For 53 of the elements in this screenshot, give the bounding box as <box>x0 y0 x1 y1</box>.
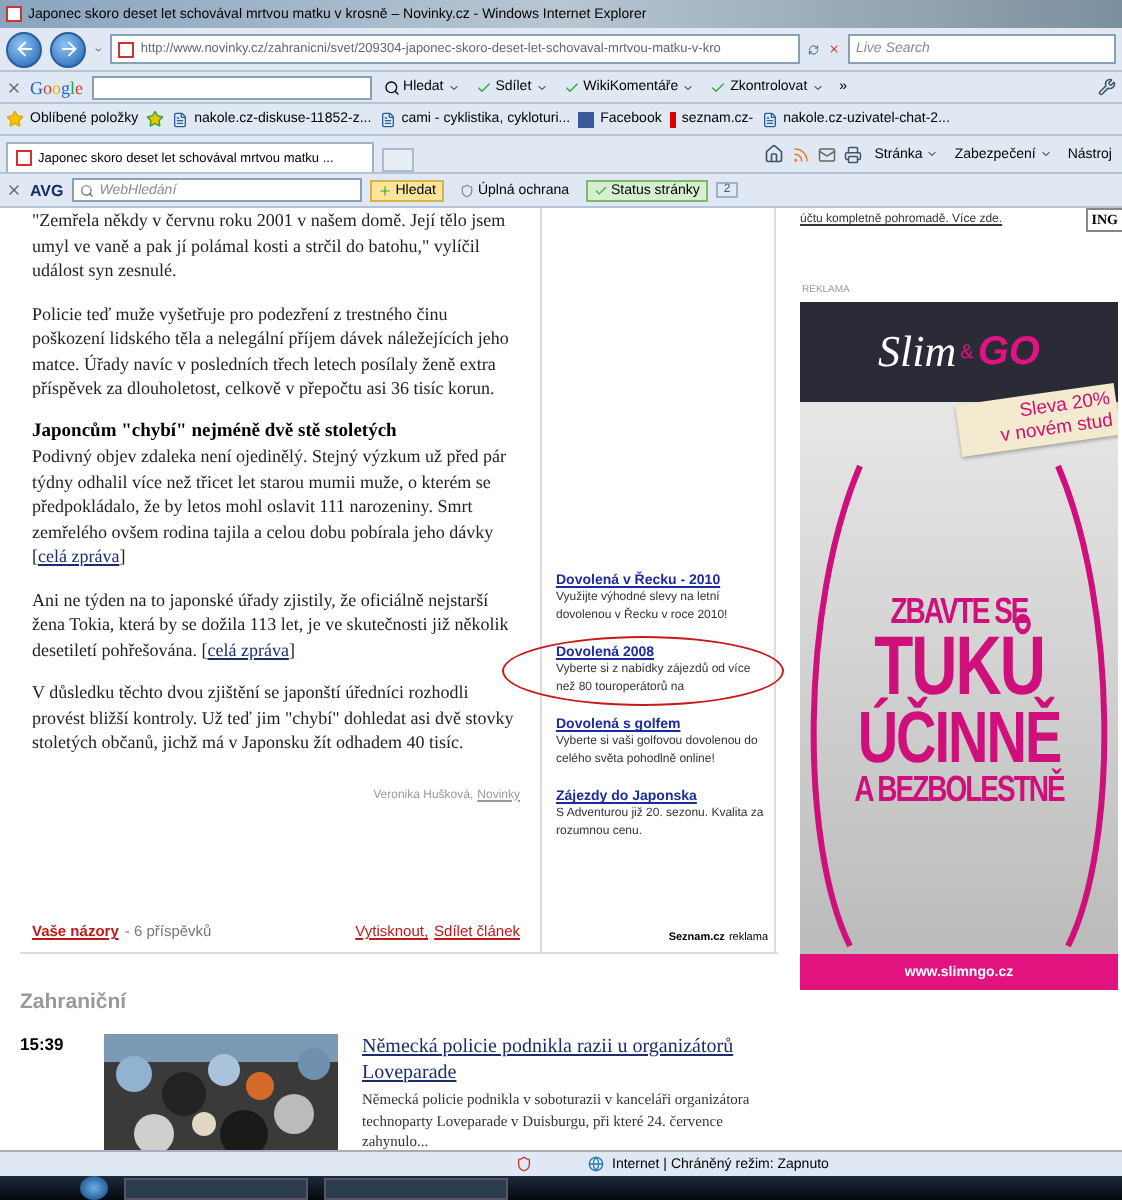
mail-icon[interactable] <box>818 145 837 163</box>
caret-icon <box>926 148 939 160</box>
logo-ampersand: & <box>960 341 974 363</box>
check-icon <box>563 79 580 95</box>
caret-icon <box>535 81 548 93</box>
forward-button[interactable] <box>50 31 86 67</box>
search-icon <box>383 79 400 95</box>
page-icon <box>761 111 778 127</box>
page-icon <box>118 41 135 57</box>
search-icon <box>79 183 94 197</box>
print-icon[interactable] <box>844 145 863 163</box>
globe-icon <box>588 1156 604 1172</box>
article-paragraph: V důsledku těchto dvou zjištění se japonští úředníci rozhodli provést bližší kontroly. Už teď jim "chybí" dohledat asi dvě stovky stoletých občanů, jichž má v Japonsku žít odhadem 40 tisíc. <box>32 680 516 755</box>
article-subheading: Japoncům "chybí" nejméně dvě stě stoletých <box>32 419 399 444</box>
article-paragraph: Ani ne týden na to japonské úřady zjistily, že oficiálně nejstarší žena Tokia, která by se dožila 113 let, je ve skutečnosti již několik desetiletí pohřešována. [celá zpráva] <box>32 587 511 662</box>
logo-text: Slim <box>878 326 957 378</box>
google-search-field[interactable] <box>91 75 372 99</box>
section-title: Zahraniční <box>20 990 129 1014</box>
headline-link[interactable]: Německá policie podnikla razii u organizátorů Loveparade <box>362 1034 782 1086</box>
caret-icon <box>1039 148 1052 160</box>
news-time: 15:39 <box>20 1034 66 1058</box>
plus-icon <box>377 183 392 197</box>
article-paragraph: Policie teď muže vyšetřuje pro podezření z trestného činu poškození lidského těla a nelegální příjem dávek náležejících jeho matce. Úřady navíc v posledních třech letech posílaly ženě extra příspěvek za dlouholetost, celkově v přepočtu asi 36 tisíc korun. <box>32 301 511 401</box>
caret-icon <box>447 81 460 93</box>
caret-icon <box>811 81 824 93</box>
page-icon <box>379 111 396 127</box>
close-icon[interactable] <box>6 182 22 198</box>
refresh-icon[interactable] <box>808 39 820 59</box>
check-icon <box>475 79 492 95</box>
star-icon <box>6 110 24 128</box>
add-favorite-icon[interactable] <box>146 110 165 128</box>
page-icon <box>16 150 32 166</box>
article-paragraph: "Zemřela někdy v červnu roku 2001 v našem domě. Její tělo jsem umyl ve vaně a pak jí polámal kosti a strčil do batohu," vylíčil událost syn zesnulé. <box>32 208 508 283</box>
google-logo: Google <box>30 77 84 97</box>
logo-text: GO <box>977 329 1040 375</box>
full-story-link[interactable]: celá zpráva <box>38 546 120 566</box>
close-icon[interactable] <box>6 79 22 95</box>
shield-icon <box>516 1156 532 1172</box>
page-icon <box>172 111 189 127</box>
settings-icon[interactable] <box>1098 78 1116 96</box>
full-story-link[interactable]: celá zpráva <box>207 639 289 659</box>
back-button[interactable] <box>6 31 42 67</box>
start-button[interactable] <box>80 1176 108 1200</box>
article-paragraph: Podivný objev zdaleka není ojedinělý. Stejný výzkum už před pár týdny odhalil více než třicet let starou mumii muže, o kterém se předpokládalo, že by letos mohl oslavit 111 narozeniny. Smrt zemřelého ovšem rodina tajila a celou dobu pobírala jeho dávky [celá zpráva] <box>32 444 508 569</box>
forward-arrow-icon <box>57 38 79 60</box>
home-icon[interactable] <box>764 144 785 164</box>
check-icon <box>710 79 727 95</box>
avg-logo: AVG <box>30 181 64 199</box>
caret-icon <box>682 81 695 93</box>
page-icon <box>6 6 22 22</box>
shield-icon <box>459 183 474 197</box>
check-icon <box>593 183 608 197</box>
back-arrow-icon <box>13 38 35 60</box>
